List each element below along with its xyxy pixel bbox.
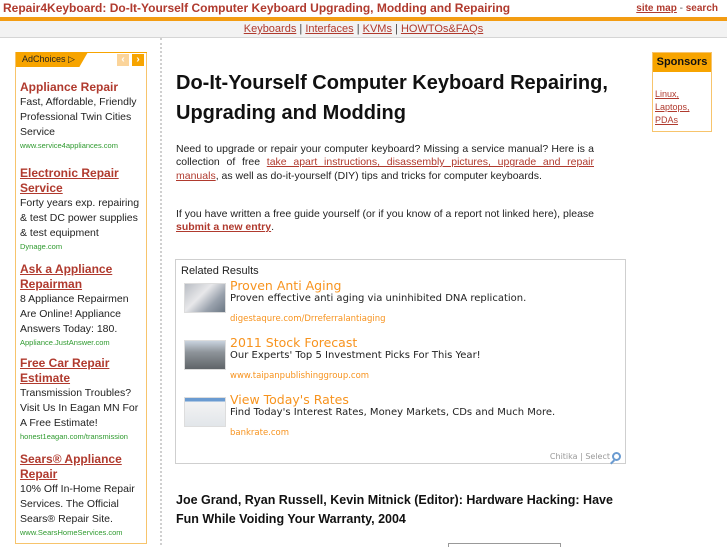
sponsor-link-pdas[interactable]: PDAs bbox=[655, 114, 711, 127]
sponsor-link-laptops[interactable]: Laptops, bbox=[655, 101, 711, 114]
nav-keyboards[interactable]: Keyboards bbox=[244, 23, 297, 35]
ad-url[interactable]: www.service4appliances.com bbox=[20, 140, 146, 151]
ad-sidebar: AdChoices ▷ ‹ › Appliance Repair Fast, A… bbox=[15, 52, 147, 544]
intro-paragraph: Need to upgrade or repair your computer … bbox=[176, 143, 594, 183]
chitika-label[interactable]: Chitika | Select bbox=[550, 452, 610, 461]
book-heading: Joe Grand, Ryan Russell, Kevin Mitnick (… bbox=[176, 493, 613, 526]
ad-item[interactable]: Free Car Repair Estimate Transmission Tr… bbox=[20, 356, 146, 442]
adchoices-label: AdChoices bbox=[22, 54, 66, 64]
adchoices-bar: AdChoices ▷ ‹ › bbox=[16, 52, 147, 67]
intro-text: , as well as do-it-yourself (DIY) tips a… bbox=[215, 169, 542, 182]
related-thumbnail[interactable] bbox=[184, 340, 226, 370]
submit-paragraph: If you have written a free guide yoursel… bbox=[176, 208, 594, 235]
nav-kvms[interactable]: KVMs bbox=[363, 23, 392, 35]
related-item[interactable]: 2011 Stock Forecast Our Experts' Top 5 I… bbox=[184, 335, 614, 391]
ad-description: Forty years exp. repairing & test DC pow… bbox=[20, 197, 140, 239]
top-links-separator: - bbox=[679, 3, 683, 14]
ad-description: Transmission Troubles? Visit Us In Eagan… bbox=[20, 387, 139, 429]
ad-description: Fast, Affordable, Friendly Professional … bbox=[20, 96, 137, 138]
sponsors-box: Sponsors Linux, Laptops, PDAs bbox=[652, 52, 712, 132]
related-description: Find Today's Interest Rates, Money Marke… bbox=[230, 407, 556, 418]
prev-ad-icon[interactable]: ‹ bbox=[117, 54, 129, 66]
nav-separator: | bbox=[395, 23, 398, 35]
related-results-box: Related Results Proven Anti Aging Proven… bbox=[175, 259, 626, 464]
ad-url[interactable]: honest1eagan.com/transmission bbox=[20, 431, 146, 442]
ad-title[interactable]: Ask a Appliance Repairman bbox=[20, 262, 146, 292]
top-bar: Repair4Keyboard: Do-It-Yourself Computer… bbox=[0, 0, 727, 17]
related-thumbnail[interactable] bbox=[184, 283, 226, 313]
ad-description: 10% Off In-Home Repair Services. The Off… bbox=[20, 483, 135, 525]
ad-title[interactable]: Appliance Repair bbox=[20, 80, 146, 95]
site-title: Repair4Keyboard: Do-It-Yourself Computer… bbox=[3, 1, 511, 15]
related-item[interactable]: Proven Anti Aging Proven effective anti … bbox=[184, 278, 614, 334]
book-image-frame bbox=[448, 543, 561, 547]
ad-title[interactable]: Sears® Appliance Repair bbox=[20, 452, 146, 482]
ad-item[interactable]: Electronic Repair Service Forty years ex… bbox=[20, 166, 146, 252]
related-title[interactable]: 2011 Stock Forecast bbox=[230, 335, 357, 350]
sponsor-link-linux[interactable]: Linux, bbox=[655, 88, 711, 101]
nav-interfaces[interactable]: Interfaces bbox=[305, 23, 353, 35]
ad-item[interactable]: Appliance Repair Fast, Affordable, Frien… bbox=[20, 80, 146, 151]
chitika-footer[interactable]: Chitika | Select bbox=[550, 452, 621, 461]
related-title[interactable]: Proven Anti Aging bbox=[230, 278, 341, 293]
ad-description: 8 Appliance Repairmen Are Online! Applia… bbox=[20, 293, 129, 335]
site-map-link[interactable]: site map bbox=[636, 3, 677, 14]
adchoices-button[interactable]: AdChoices ▷ bbox=[16, 52, 88, 67]
related-thumbnail[interactable] bbox=[184, 397, 226, 427]
ad-url[interactable]: www.SearsHomeServices.com bbox=[20, 527, 146, 538]
ad-item[interactable]: Sears® Appliance Repair 10% Off In-Home … bbox=[20, 452, 146, 538]
main-nav: Keyboards | Interfaces | KVMs | HOWTOs&F… bbox=[0, 21, 727, 38]
submit-text: . bbox=[271, 221, 275, 234]
ad-item[interactable]: Ask a Appliance Repairman 8 Appliance Re… bbox=[20, 262, 146, 348]
related-description: Our Experts' Top 5 Investment Picks For … bbox=[230, 350, 481, 361]
nav-separator: | bbox=[299, 23, 303, 35]
ad-title[interactable]: Free Car Repair Estimate bbox=[20, 356, 146, 386]
related-url[interactable]: digestaqure.com/Drreferralantiaging bbox=[230, 314, 386, 324]
related-url[interactable]: www.taipanpublishinggroup.com bbox=[230, 371, 369, 381]
column-divider bbox=[160, 38, 162, 545]
page-title: Do-It-Yourself Computer Keyboard Repairi… bbox=[176, 72, 608, 124]
ad-url[interactable]: Dynage.com bbox=[20, 241, 146, 252]
related-title[interactable]: View Today's Rates bbox=[230, 392, 349, 407]
nav-howtos-faqs[interactable]: HOWTOs&FAQs bbox=[401, 23, 483, 35]
related-results-label: Related Results bbox=[181, 265, 259, 277]
related-item[interactable]: View Today's Rates Find Today's Interest… bbox=[184, 392, 614, 448]
top-links: site map - search bbox=[636, 3, 718, 14]
search-link[interactable]: search bbox=[686, 3, 718, 14]
submit-text: If you have written a free guide yoursel… bbox=[176, 208, 594, 220]
adchoices-icon: ▷ bbox=[68, 54, 75, 64]
magnifier-icon[interactable] bbox=[612, 452, 621, 461]
ad-url[interactable]: Appliance.JustAnswer.com bbox=[20, 337, 146, 348]
next-ad-icon[interactable]: › bbox=[132, 54, 144, 66]
submit-entry-link[interactable]: submit a new entry bbox=[176, 221, 271, 233]
related-url[interactable]: bankrate.com bbox=[230, 428, 289, 438]
sponsors-links: Linux, Laptops, PDAs bbox=[653, 72, 711, 127]
sponsors-heading: Sponsors bbox=[653, 53, 711, 72]
ad-title[interactable]: Electronic Repair Service bbox=[20, 166, 146, 196]
nav-separator: | bbox=[356, 23, 360, 35]
related-description: Proven effective anti aging via uninhibi… bbox=[230, 293, 527, 304]
